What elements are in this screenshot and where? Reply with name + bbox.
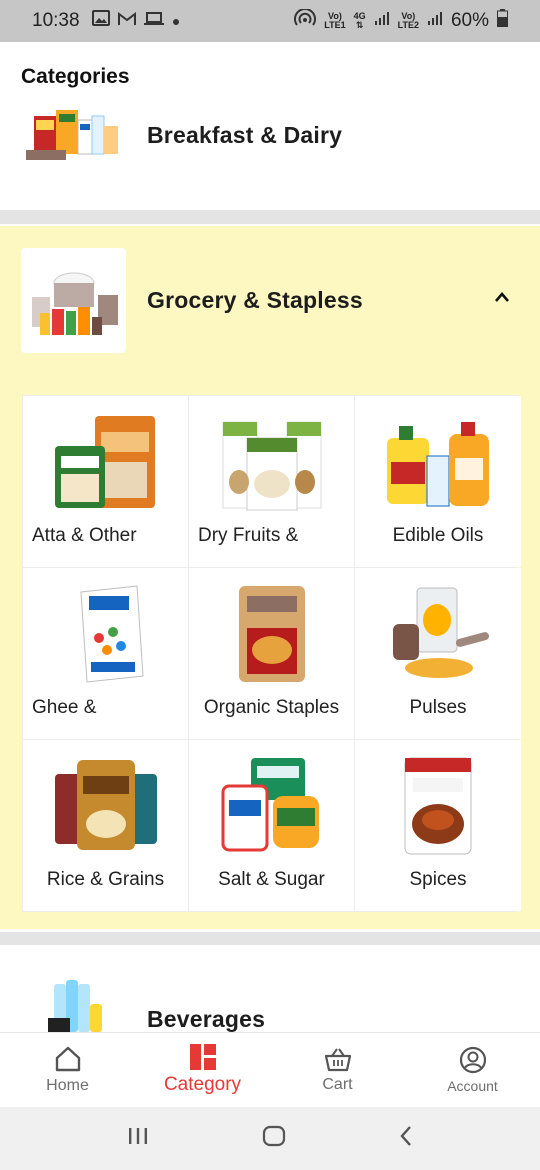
notification-dot-icon <box>172 10 180 32</box>
account-icon <box>459 1046 486 1074</box>
lte2-indicator: Vo) LTE2 <box>397 11 419 30</box>
category-name: Grocery & Stapless <box>147 287 363 313</box>
back-icon[interactable] <box>398 1125 414 1152</box>
breakfast-products-icon <box>25 109 118 160</box>
grocery-products-icon <box>31 272 118 335</box>
section-divider <box>0 210 540 224</box>
category-icon <box>189 1044 216 1070</box>
subcategory-label: Pulses <box>409 697 467 718</box>
subcategory-tile[interactable]: Salt & Sugar <box>189 740 354 911</box>
subcategory-tile[interactable]: Ghee & <box>23 568 188 739</box>
atta-pack-icon <box>51 412 161 512</box>
subcategory-label: Dry Fruits & <box>198 525 299 546</box>
nav-label: Home <box>46 1077 89 1094</box>
system-navigation-bar <box>0 1107 540 1170</box>
subcategory-tile[interactable]: Organic Staples <box>189 568 354 739</box>
bottom-navigation: Home Category Cart Account <box>0 1032 540 1107</box>
subcategory-label: Rice & Grains <box>46 869 165 890</box>
salt-sugar-icon <box>217 756 327 856</box>
lte1-indicator: Vo) LTE1 <box>324 11 346 30</box>
subcategory-tile[interactable]: Pulses <box>355 568 521 739</box>
nav-label: Account <box>447 1078 498 1094</box>
ghee-box-icon <box>51 584 161 684</box>
subcategory-tile[interactable]: Atta & Other <box>23 396 188 567</box>
status-time: 10:38 <box>32 10 80 31</box>
subcategory-tile[interactable]: Spices <box>355 740 521 911</box>
subcategory-tile[interactable]: Dry Fruits & <box>189 396 354 567</box>
gallery-icon <box>91 10 110 32</box>
nav-category[interactable]: Category <box>135 1033 270 1107</box>
gmail-icon <box>117 10 136 32</box>
nav-cart[interactable]: Cart <box>270 1033 405 1107</box>
category-beverages[interactable]: Beverages <box>0 968 540 1032</box>
nav-account[interactable]: Account <box>405 1033 540 1107</box>
4g-indicator: 4G ⇅ <box>353 11 366 30</box>
category-name: Breakfast & Dairy <box>147 122 343 148</box>
category-grocery-staples-expanded: Grocery & Stapless Atta & Other Dry Frui… <box>0 226 540 929</box>
signal-icon <box>374 10 390 32</box>
category-breakfast-dairy[interactable]: Breakfast & Dairy <box>0 83 540 188</box>
section-divider <box>0 932 540 945</box>
rice-bag-icon <box>51 756 161 856</box>
pulses-icon <box>383 584 493 684</box>
beverages-thumbnail <box>21 968 126 1032</box>
category-grocery-staples[interactable]: Grocery & Stapless <box>0 248 540 353</box>
subcategory-tile[interactable]: Edible Oils <box>355 396 521 567</box>
category-name: Beverages <box>147 1006 266 1032</box>
cart-icon <box>324 1048 351 1072</box>
organic-pouch-icon <box>217 584 327 684</box>
laptop-icon <box>143 10 164 32</box>
subcategory-label: Organic Staples <box>203 697 340 718</box>
subcategory-label: Spices <box>409 869 467 890</box>
battery-icon <box>497 9 508 33</box>
beverage-bottles-icon <box>47 980 102 1032</box>
subcategory-label: Salt & Sugar <box>218 869 325 890</box>
status-bar: 10:38 Vo) LTE1 4G ⇅ Vo) LTE2 60% <box>0 0 540 42</box>
oil-can-icon <box>383 412 493 512</box>
subcategory-label: Ghee & <box>32 697 97 718</box>
chevron-up-icon[interactable] <box>494 290 510 308</box>
home-button-icon[interactable] <box>262 1125 286 1152</box>
signal-icon <box>427 10 443 32</box>
subcategory-grid: Atta & Other Dry Fruits & Edible Oils Gh… <box>22 395 521 912</box>
dry-fruits-icon <box>217 412 327 512</box>
battery-level: 60% <box>450 10 489 31</box>
nav-label: Category <box>163 1074 242 1095</box>
nav-home[interactable]: Home <box>0 1033 135 1107</box>
subcategory-label: Edible Oils <box>392 525 484 546</box>
recent-apps-icon[interactable] <box>126 1126 150 1151</box>
nav-label: Cart <box>322 1076 353 1093</box>
home-icon <box>55 1046 80 1072</box>
subcategory-label: Atta & Other <box>32 525 137 546</box>
subcategory-tile[interactable]: Rice & Grains <box>23 740 188 911</box>
hotspot-icon <box>294 8 317 33</box>
breakfast-dairy-thumbnail <box>21 83 126 188</box>
spice-pack-icon <box>383 756 493 856</box>
grocery-staples-thumbnail <box>21 248 126 353</box>
